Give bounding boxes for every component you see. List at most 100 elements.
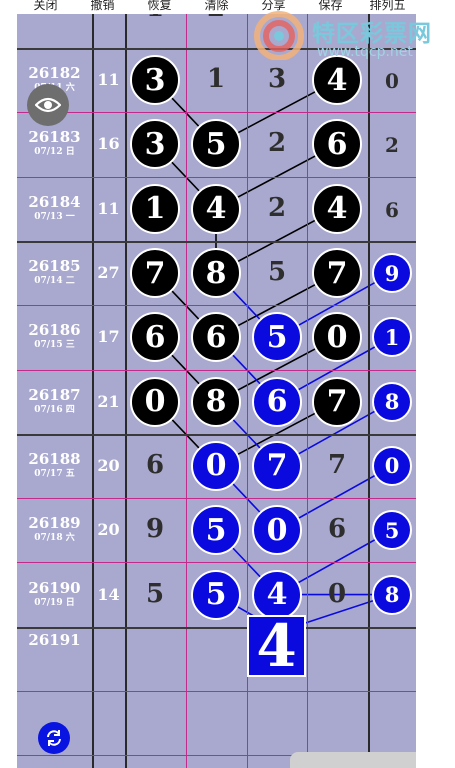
digit-ball[interactable]: 0: [312, 312, 362, 363]
digit-plain: 1: [206, 64, 226, 95]
menu-item-2[interactable]: 恢复: [131, 0, 188, 14]
digit-ball[interactable]: 5: [191, 569, 241, 620]
issue-cell: 26187 07/16 四: [17, 386, 92, 416]
grid-hline: [17, 691, 416, 692]
digit-ball[interactable]: 8: [191, 376, 241, 427]
issue-date: 07/13 一: [34, 211, 75, 222]
grid-hline: [17, 434, 416, 436]
sum-value: 20: [97, 520, 120, 540]
digit-ball[interactable]: 6: [130, 312, 180, 363]
refresh-button[interactable]: [38, 722, 70, 754]
watermark-name: 特区彩票网: [312, 21, 432, 47]
digit-ball[interactable]: 9: [372, 253, 412, 294]
digit-plain: 6: [145, 449, 165, 480]
issue-date: 07/12 日: [34, 147, 75, 158]
watermark-logo-icon: [253, 10, 307, 64]
digit-ball[interactable]: 4: [312, 183, 362, 234]
issue-number: 26185: [28, 257, 81, 276]
digit-plain: 2: [267, 128, 287, 159]
menu-item-1[interactable]: 撤销: [74, 0, 131, 14]
digit-ball[interactable]: 7: [252, 440, 302, 491]
digit-ball[interactable]: 3: [130, 55, 180, 106]
next-issue-number: 26191: [28, 630, 81, 649]
digit-ball[interactable]: 5: [372, 510, 412, 551]
issue-number: 26189: [28, 514, 81, 533]
grid-hline: [17, 305, 416, 306]
digit-ball[interactable]: 0: [252, 505, 302, 556]
issue-date: 07/18 六: [34, 533, 75, 544]
issue-cell: 26186 07/15 三: [17, 321, 92, 351]
issue-number: 26188: [28, 449, 81, 468]
menu-item-0[interactable]: 关闭: [17, 0, 74, 14]
digit-ball[interactable]: 0: [191, 440, 241, 491]
issue-number: 26183: [28, 128, 81, 147]
digit-ball[interactable]: 6: [252, 376, 302, 427]
issue-date: 07/17 五: [34, 468, 75, 479]
issue-date: 07/19 日: [34, 597, 75, 608]
issue-date: 07/16 四: [34, 404, 75, 415]
grid-vline: [368, 0, 370, 768]
issue-cell: 26189 07/18 六: [17, 514, 92, 544]
bottom-bar: [290, 752, 416, 768]
digit-plain: 0: [327, 578, 347, 609]
digit-ball[interactable]: 8: [191, 248, 241, 299]
grid-hline: [17, 177, 416, 178]
eye-icon: [35, 97, 61, 113]
digit-ball[interactable]: 5: [252, 312, 302, 363]
digit-plain: 3: [267, 64, 287, 95]
grid-vline: [186, 0, 187, 768]
sum-value: 20: [97, 455, 120, 475]
grid-hline: [17, 562, 416, 563]
digit-ball[interactable]: 1: [130, 183, 180, 234]
digit-ball[interactable]: 4: [191, 183, 241, 234]
sum-value: 11: [97, 70, 120, 90]
sum-value: 21: [97, 391, 120, 411]
menu-item-5[interactable]: 保存: [302, 0, 359, 14]
digit-plain: 2: [267, 192, 287, 223]
grid-vline: [307, 0, 308, 768]
digit-plain: 5: [267, 257, 287, 288]
issue-cell: 26190 07/19 日: [17, 579, 92, 609]
grid-hline: [17, 627, 416, 629]
digit-plain: 6: [327, 514, 347, 545]
issue-number: 26187: [28, 385, 81, 404]
issue-cell: 26183 07/12 日: [17, 128, 92, 158]
digit-plain: 5: [145, 578, 165, 609]
digit-ball[interactable]: 0: [130, 376, 180, 427]
menu-item-3[interactable]: 清除: [188, 0, 245, 14]
top-menu: 关闭 撤销 恢复 清除 分享 保存 排列五: [17, 0, 416, 14]
digit-ball[interactable]: 5: [191, 505, 241, 556]
sum-value: 27: [97, 263, 120, 283]
grid-hline: [17, 498, 416, 499]
digit-ball[interactable]: 8: [372, 381, 412, 422]
sum-value: 11: [97, 198, 120, 218]
refresh-icon: [47, 730, 61, 746]
digit-ball[interactable]: 7: [312, 248, 362, 299]
grid-hline: [17, 241, 416, 243]
issue-date: 07/15 三: [34, 340, 75, 351]
issue-number: 26190: [28, 578, 81, 597]
digit-plain: 0: [385, 69, 399, 94]
watermark-url: www.tqcp.net: [317, 44, 413, 60]
trend-chart: 07/10 五1212618207/11 六11313402618307/12 …: [17, 0, 416, 768]
sum-value: 14: [97, 584, 120, 604]
issue-number: 26184: [28, 192, 81, 211]
digit-plain: 6: [385, 197, 399, 222]
digit-ball[interactable]: 7: [130, 248, 180, 299]
digit-ball[interactable]: 6: [191, 312, 241, 363]
issue-cell: 26184 07/13 一: [17, 193, 92, 223]
issue-date: 07/14 二: [34, 276, 75, 287]
issue-cell: 26188 07/17 五: [17, 450, 92, 480]
toggle-view-button[interactable]: [27, 84, 69, 126]
digit-ball[interactable]: 8: [372, 574, 412, 615]
grid-vline: [125, 0, 127, 768]
digit-ball[interactable]: 0: [372, 445, 412, 486]
sum-value: 16: [97, 134, 120, 154]
grid-hline: [17, 370, 416, 371]
sum-value: 17: [97, 327, 120, 347]
digit-ball[interactable]: 4: [312, 55, 362, 106]
menu-item-6[interactable]: 排列五: [359, 0, 416, 14]
digit-ball[interactable]: 7: [312, 376, 362, 427]
digit-plain: 2: [385, 133, 399, 158]
prediction-box[interactable]: 4: [247, 612, 306, 680]
